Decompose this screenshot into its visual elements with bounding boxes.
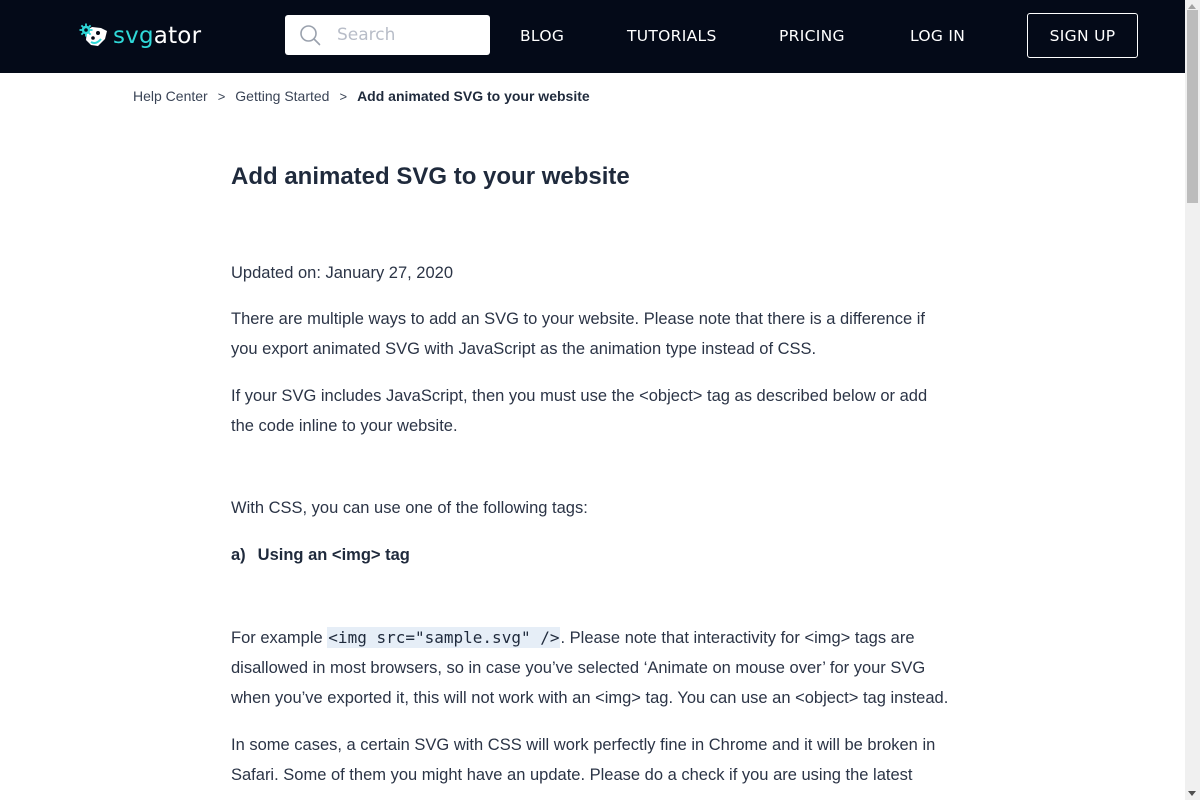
breadcrumb-separator: > xyxy=(339,89,348,104)
breadcrumb-separator: > xyxy=(217,89,226,104)
breadcrumb-help-center[interactable]: Help Center xyxy=(133,88,208,105)
article: Add animated SVG to your website Updated… xyxy=(231,160,951,790)
logo-wordmark-accent: svg xyxy=(113,23,154,49)
nav-log-in[interactable]: LOG IN xyxy=(910,26,965,46)
scrollbar-thumb[interactable] xyxy=(1187,10,1198,203)
page-scrollbar[interactable] xyxy=(1185,0,1200,800)
search-icon xyxy=(300,25,321,46)
nav-blog[interactable]: BLOG xyxy=(520,26,564,46)
svgator-logo-icon xyxy=(79,23,107,46)
nav-tutorials[interactable]: TUTORIALS xyxy=(627,26,717,46)
article-paragraph: With CSS, you can use one of the followi… xyxy=(231,499,588,517)
section-heading-text: Using an <img> tag xyxy=(257,546,410,564)
updated-date: Updated on: January 27, 2020 xyxy=(231,264,454,282)
breadcrumb: Help Center > Getting Started > Add anim… xyxy=(133,88,590,105)
article-paragraph: In some cases, a certain SVG with CSS wi… xyxy=(231,736,936,784)
nav-pricing[interactable]: PRICING xyxy=(779,26,845,46)
example-paragraph: For example <img src="sample.svg" />. Pl… xyxy=(231,623,951,713)
breadcrumb-getting-started[interactable]: Getting Started xyxy=(235,88,329,105)
logo-wordmark: svgator xyxy=(113,22,201,50)
section-heading-a: a) Using an <img> tag xyxy=(231,540,951,570)
scroll-up-arrow-icon[interactable] xyxy=(1188,4,1196,9)
section-letter: a) xyxy=(231,546,246,564)
sign-up-button[interactable]: SIGN UP xyxy=(1027,13,1138,58)
search-box[interactable] xyxy=(285,15,490,55)
scroll-down-arrow-icon[interactable] xyxy=(1188,791,1196,796)
svgator-logo[interactable]: svgator xyxy=(79,22,201,50)
logo-wordmark-rest: ator xyxy=(153,23,202,49)
example-prefix: For example xyxy=(231,629,328,647)
article-title: Add animated SVG to your website xyxy=(231,163,630,190)
top-navigation-bar: svgator BLOG TUTORIALS PRICING LOG IN SI… xyxy=(0,0,1185,73)
breadcrumb-current: Add animated SVG to your website xyxy=(357,88,590,104)
article-paragraph: There are multiple ways to add an SVG to… xyxy=(231,310,925,358)
article-paragraph: If your SVG includes JavaScript, then yo… xyxy=(231,387,928,435)
inline-code: <img src="sample.svg" /> xyxy=(327,627,561,648)
search-input[interactable] xyxy=(337,25,477,45)
